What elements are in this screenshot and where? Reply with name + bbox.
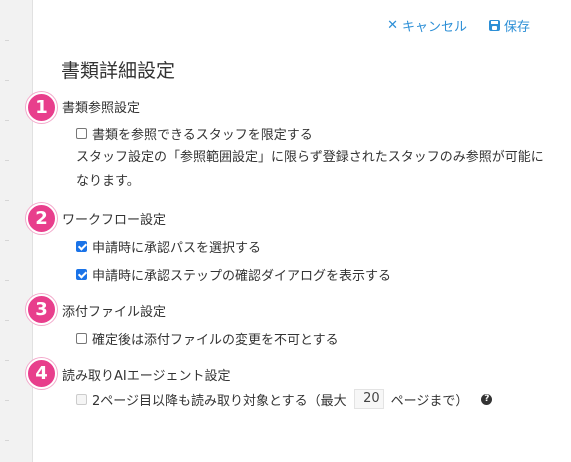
option-label: 申請時に承認ステップの確認ダイアログを表示する (92, 269, 392, 284)
save-button[interactable]: 保存 (488, 16, 530, 35)
option-label-before: 2ページ目以降も読み取り対象とする（最大 (92, 393, 347, 409)
cancel-button[interactable]: ✕ キャンセル (387, 16, 467, 35)
option-lock-attachments[interactable]: 確定後は添付ファイルの変更を不可とする (76, 329, 339, 348)
strip-tick (5, 80, 9, 81)
section-title-ai-agent: 読み取りAIエージェント設定 (62, 369, 231, 384)
section-title-document-reference: 書類参照設定 (62, 101, 141, 116)
section-description: スタッフ設定の「参照範囲設定」に限らず登録されたスタッフのみ参照が可能になります… (76, 146, 546, 194)
checkbox-disabled (76, 393, 87, 405)
left-sidebar-strip (0, 0, 33, 462)
cancel-label: キャンセル (401, 20, 467, 35)
action-bar: ✕ キャンセル 保存 (387, 16, 530, 35)
strip-tick (5, 400, 9, 401)
strip-tick (5, 160, 9, 161)
checkbox-checked[interactable] (76, 269, 87, 280)
page-title: 書類詳細設定 (61, 60, 176, 82)
option-read-subsequent-pages: 2ページ目以降も読み取り対象とする（最大 20 ページまで） ? (76, 389, 493, 409)
option-show-confirm-dialog[interactable]: 申請時に承認ステップの確認ダイアログを表示する (76, 265, 391, 284)
checkbox[interactable] (76, 128, 87, 139)
strip-tick (5, 360, 9, 361)
section-title-attachments: 添付ファイル設定 (62, 305, 167, 320)
max-pages-input: 20 (353, 389, 384, 409)
strip-tick (5, 200, 9, 201)
strip-tick (5, 40, 9, 41)
option-label: 確定後は添付ファイルの変更を不可とする (92, 333, 339, 348)
help-icon[interactable]: ? (481, 393, 493, 405)
floppy-disk-icon (488, 20, 500, 31)
strip-tick (5, 280, 9, 281)
section-number-badge: 3 (26, 294, 57, 325)
option-label-after: ページまで） (390, 393, 469, 409)
option-label: 申請時に承認パスを選択する (92, 241, 262, 256)
strip-tick (5, 440, 9, 441)
section-title-workflow: ワークフロー設定 (62, 213, 167, 228)
option-restrict-staff[interactable]: 書類を参照できるスタッフを限定する (76, 124, 313, 143)
section-number-badge: 2 (26, 203, 57, 234)
option-select-approval-path[interactable]: 申請時に承認パスを選択する (76, 237, 261, 256)
checkbox-checked[interactable] (76, 241, 87, 252)
strip-tick (5, 240, 9, 241)
save-label: 保存 (503, 20, 530, 35)
section-number-badge: 1 (26, 92, 57, 123)
description-text: スタッフ設定の「参照範囲設定」に限らず登録されたスタッフのみ参照が可能になります… (76, 150, 544, 189)
close-icon: ✕ (387, 18, 398, 33)
checkbox[interactable] (76, 333, 87, 344)
strip-tick (5, 320, 9, 321)
strip-tick (5, 120, 9, 121)
option-label: 書類を参照できるスタッフを限定する (92, 128, 313, 143)
section-number-badge: 4 (26, 358, 57, 389)
